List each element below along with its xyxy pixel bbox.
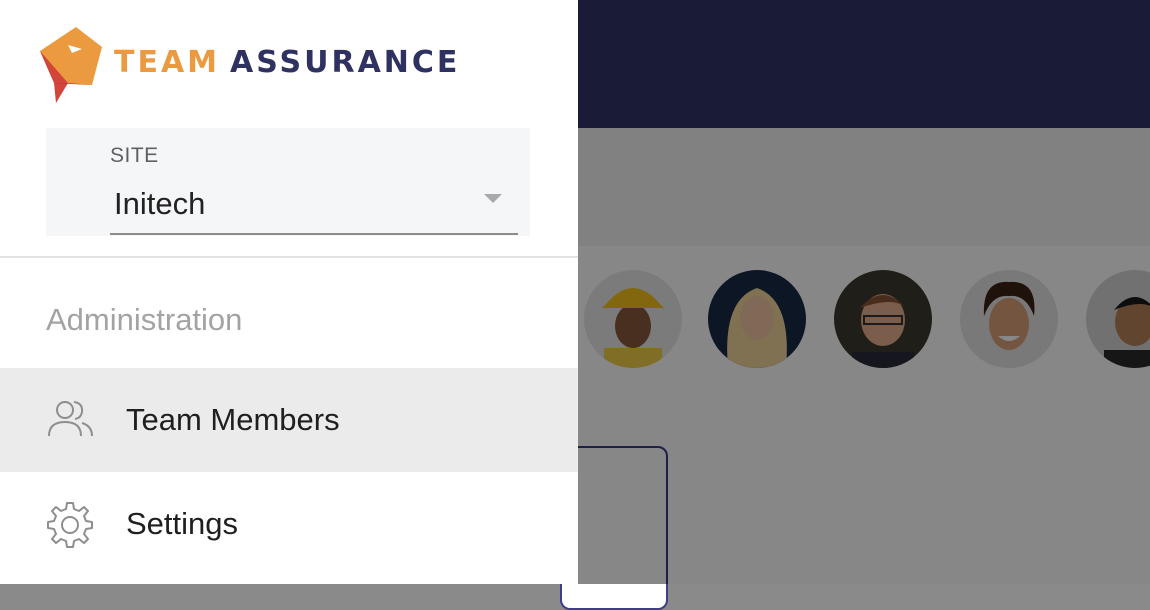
- site-select-value: Initech: [114, 186, 206, 221]
- nav-item-settings[interactable]: Settings: [0, 472, 578, 576]
- site-select-label: SITE: [110, 144, 159, 167]
- site-select[interactable]: SITE Initech: [46, 128, 530, 236]
- users-icon: [48, 401, 93, 437]
- nav-item-label: Settings: [126, 506, 239, 541]
- navigation-drawer: TEAM ASSURANCE SITE Initech Administratio…: [0, 0, 578, 584]
- caret-down-icon[interactable]: [484, 194, 502, 203]
- site-select-underline: [110, 233, 518, 235]
- brand-logo[interactable]: TEAM ASSURANCE: [38, 24, 460, 104]
- section-heading-administration: Administration: [46, 302, 243, 337]
- nav-item-team-members[interactable]: Team Members: [0, 368, 578, 472]
- drawer-divider: [0, 256, 578, 258]
- gear-icon: [47, 502, 93, 548]
- team-assurance-logo-icon: [40, 27, 102, 103]
- brand-name-team: TEAM: [114, 44, 221, 80]
- brand-name-assurance: ASSURANCE: [230, 44, 461, 80]
- brand-wordmark: TEAM ASSURANCE: [114, 45, 460, 80]
- nav-item-label: Team Members: [126, 402, 340, 437]
